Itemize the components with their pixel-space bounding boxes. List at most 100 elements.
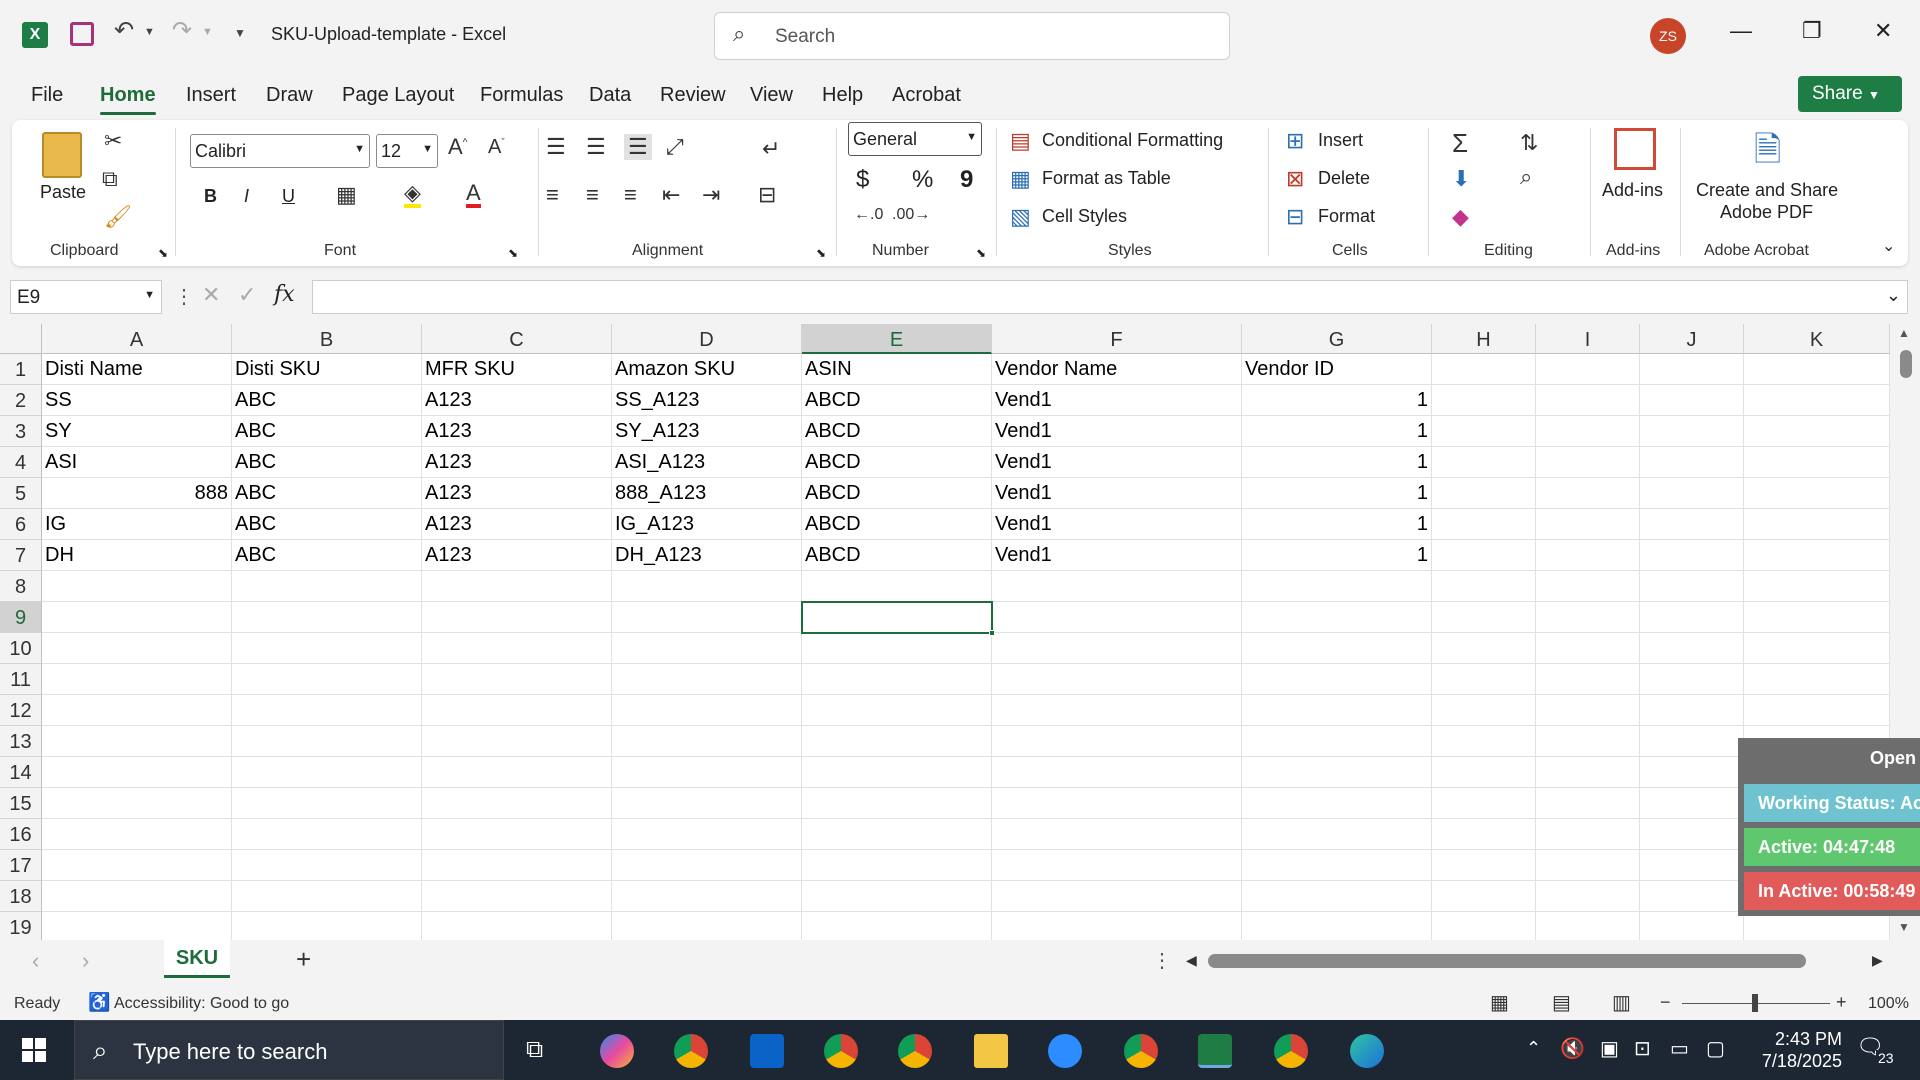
fill-handle[interactable] [989,630,995,636]
column-header-c[interactable]: C [422,324,612,354]
align-right-icon[interactable]: ≡ [624,182,637,208]
insert-cells-button[interactable]: Insert [1318,130,1363,151]
currency-button[interactable]: $ [856,166,869,194]
align-left-icon[interactable]: ≡ [546,182,559,208]
tab-home[interactable]: Home [100,84,156,107]
tab-acrobat[interactable]: Acrobat [892,84,961,107]
formula-input[interactable]: ⌄ [312,280,1908,314]
table-cell[interactable]: Vend1 [995,385,1238,416]
table-cell[interactable]: 888 [45,478,228,509]
table-cell[interactable]: Vend1 [995,447,1238,478]
selected-cell[interactable] [801,601,993,634]
insert-function-button[interactable]: fx [274,282,295,307]
taskbar-clock[interactable]: 2:43 PM 7/18/2025 [1762,1028,1842,1072]
open-app-link[interactable]: Open A [1870,748,1920,769]
edge-icon[interactable] [1350,1034,1384,1068]
table-cell[interactable]: ABC [235,385,418,416]
undo-icon[interactable]: ↶ [114,16,134,45]
chrome-profile-2-icon[interactable] [898,1034,932,1068]
column-header-a[interactable]: A [42,324,232,354]
header-cell[interactable]: Vendor Name [995,354,1239,385]
table-cell[interactable]: A123 [425,509,608,540]
tab-review[interactable]: Review [660,84,726,107]
tab-draw[interactable]: Draw [266,84,313,107]
font-launcher-icon[interactable]: ⬊ [508,246,518,260]
file-explorer-icon[interactable] [974,1034,1008,1068]
copy-icon[interactable]: ⧉ [102,166,118,192]
prev-sheet-icon[interactable]: ‹ [32,948,39,974]
more-options-icon[interactable]: ⋮ [174,284,194,309]
paste-icon[interactable] [42,132,82,178]
delete-cells-button[interactable]: Delete [1318,168,1370,189]
tab-formulas[interactable]: Formulas [480,84,563,107]
header-cell[interactable]: Amazon SKU [615,354,799,385]
share-button[interactable]: Share ▼ [1798,76,1902,112]
row-header-6[interactable]: 6 [0,509,42,540]
format-as-table-button[interactable]: Format as Table [1042,168,1171,189]
add-ins-icon[interactable] [1614,128,1656,170]
table-cell[interactable]: ABC [235,478,418,509]
tab-help[interactable]: Help [822,84,863,107]
row-header-7[interactable]: 7 [0,540,42,571]
table-cell[interactable]: 1 [1245,385,1428,416]
decrease-decimal-icon[interactable]: .00→ [892,206,930,224]
outlook-icon[interactable] [750,1034,784,1068]
meet-now-icon[interactable]: ▣ [1600,1036,1619,1061]
table-cell[interactable]: Vend1 [995,478,1238,509]
cell-styles-button[interactable]: Cell Styles [1042,206,1127,227]
header-cell[interactable]: Vendor ID [1245,354,1429,385]
table-cell[interactable]: A123 [425,540,608,571]
table-cell[interactable]: SS_A123 [615,385,798,416]
table-cell[interactable]: ABCD [805,385,988,416]
row-header-10[interactable]: 10 [0,633,42,664]
horizontal-scrollbar[interactable] [1208,954,1806,968]
chrome-icon[interactable] [674,1034,708,1068]
underline-button[interactable]: U [282,186,295,207]
add-ins-button[interactable]: Add-ins [1602,180,1663,201]
comma-style-button[interactable]: 9 [960,166,973,194]
name-box[interactable]: E9 ▼ [10,280,162,314]
row-header-17[interactable]: 17 [0,850,42,881]
row-header-1[interactable]: 1 [0,354,42,385]
table-cell[interactable]: ABCD [805,478,988,509]
table-cell[interactable]: SS [45,385,228,416]
clear-icon[interactable]: ◆ [1452,204,1469,230]
bold-button[interactable]: B [204,186,217,207]
cancel-entry-icon[interactable]: ✕ [202,282,220,308]
table-cell[interactable]: 1 [1245,509,1428,540]
expand-formula-icon[interactable]: ⌄ [1886,285,1901,306]
header-cell[interactable]: Disti Name [45,354,229,385]
select-all-corner[interactable] [0,324,42,354]
format-cells-button[interactable]: Format [1318,206,1375,227]
vertical-scrollbar[interactable] [1900,350,1912,378]
bottom-align-icon[interactable]: ☰ [624,134,652,160]
table-cell[interactable]: 1 [1245,447,1428,478]
table-cell[interactable]: IG [45,509,228,540]
minimize-icon[interactable]: — [1730,18,1752,44]
header-cell[interactable]: ASIN [805,354,989,385]
sort-filter-icon[interactable]: ⇅ [1520,130,1538,156]
wrap-text-icon[interactable]: ↵ [762,136,780,162]
conditional-formatting-button[interactable]: Conditional Formatting [1042,130,1223,151]
table-cell[interactable]: 1 [1245,478,1428,509]
create-share-pdf-line1[interactable]: Create and Share [1696,180,1838,201]
header-cell[interactable]: MFR SKU [425,354,609,385]
percent-button[interactable]: % [912,166,933,194]
taskbar-search[interactable]: ⌕ Type here to search [74,1020,504,1080]
top-align-icon[interactable]: ☰ [546,134,566,160]
row-header-2[interactable]: 2 [0,385,42,416]
row-header-18[interactable]: 18 [0,881,42,912]
autosum-icon[interactable]: Σ [1452,128,1468,159]
column-header-i[interactable]: I [1536,324,1640,354]
table-cell[interactable]: Vend1 [995,416,1238,447]
row-header-11[interactable]: 11 [0,664,42,695]
decrease-font-size-icon[interactable]: Aˇ [488,136,505,159]
fill-color-icon[interactable]: ◈ [404,182,421,208]
scroll-left-icon[interactable]: ◀ [1186,952,1197,969]
table-cell[interactable]: ABC [235,540,418,571]
format-painter-icon[interactable]: 🖌 [104,204,132,230]
search-box[interactable]: ⌕ Search [714,12,1230,60]
volume-muted-icon[interactable]: 🔇 [1560,1036,1585,1061]
zoom-in-icon[interactable]: + [1836,992,1847,1013]
row-header-13[interactable]: 13 [0,726,42,757]
